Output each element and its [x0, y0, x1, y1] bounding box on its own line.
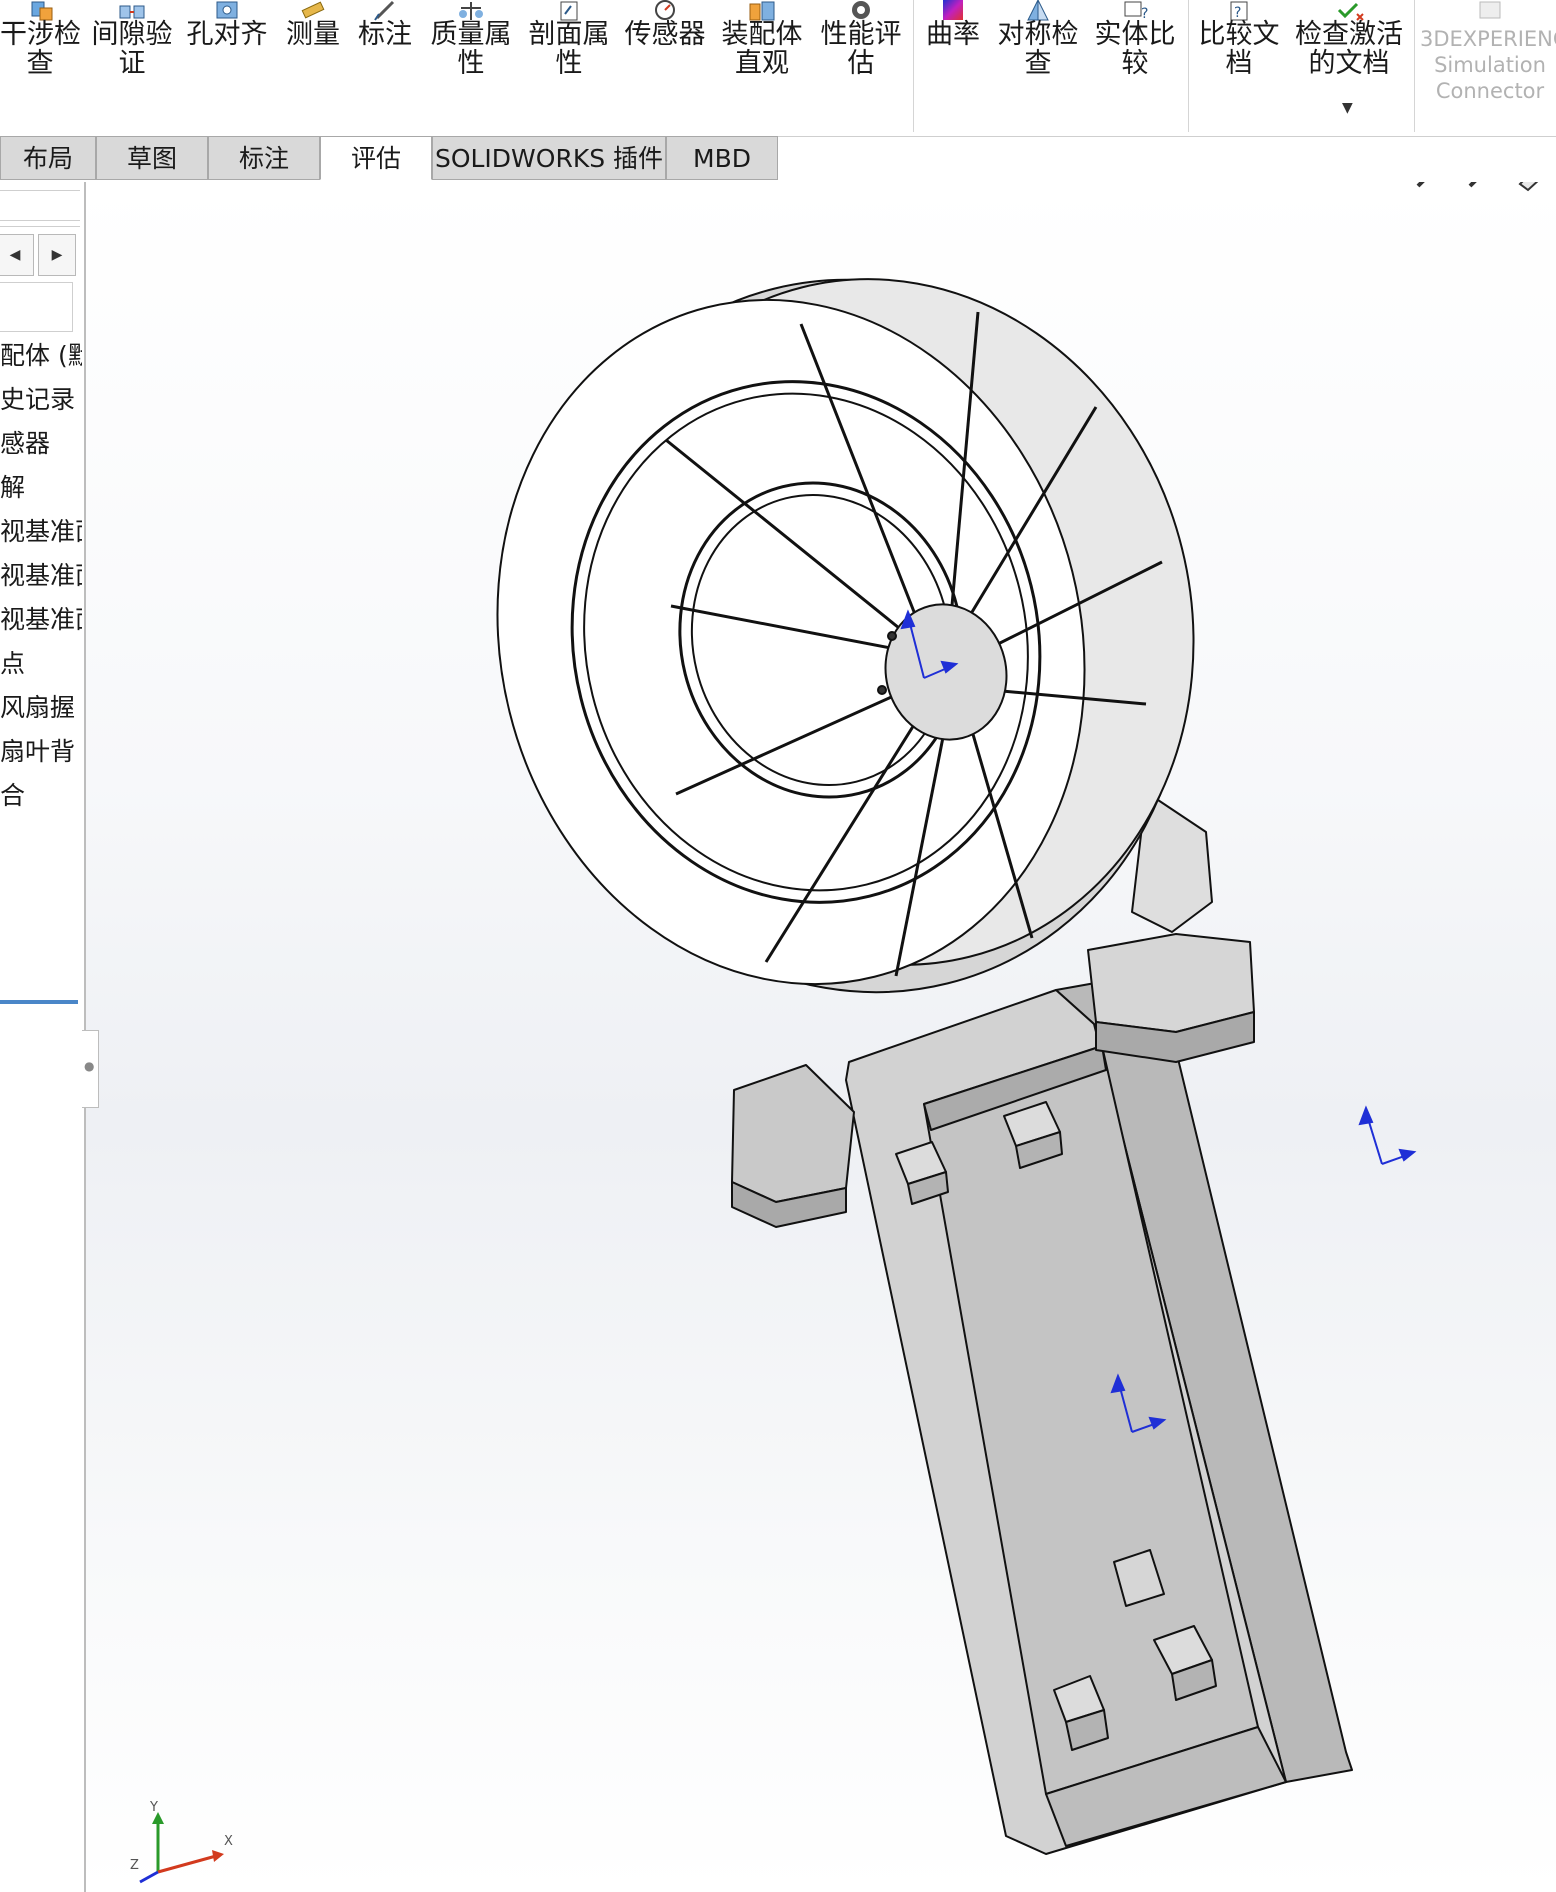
- feature-manager-panel: ◀ ▶ 配体 (默 史记录 感器 解 视基准面 视基准面 视基准面 点 风扇握 …: [0, 182, 86, 1892]
- divider: [0, 226, 80, 227]
- nav-prev-button[interactable]: ◀: [0, 234, 34, 276]
- measure-button[interactable]: 测量: [280, 0, 346, 132]
- hub-hole-1: [887, 631, 897, 641]
- clamp-block-left: [731, 1064, 855, 1203]
- compare-documents-button[interactable]: ? 比较文 档: [1194, 0, 1284, 132]
- body-compare-button[interactable]: ? 实体比 较: [1090, 0, 1180, 132]
- tab-solidworks-addins[interactable]: SOLIDWORKS 插件: [432, 136, 666, 180]
- tree-item-mates[interactable]: 合: [0, 780, 82, 812]
- hole-alignment-button[interactable]: 孔对齐: [186, 0, 268, 132]
- sensor-button[interactable]: 传感器: [622, 0, 708, 132]
- tree-item-plane-3[interactable]: 视基准面: [0, 604, 82, 636]
- tree-item-annotations[interactable]: 解: [0, 472, 82, 504]
- tab-mbd[interactable]: MBD: [666, 136, 778, 180]
- clearance-verification-button[interactable]: 间隙验 证: [88, 0, 176, 132]
- simulation-connector-icon: [1474, 0, 1506, 22]
- tree-item-sensors[interactable]: 感器: [0, 428, 82, 460]
- triad-y-label: Y: [150, 1800, 158, 1815]
- ribbon-separator: [1414, 0, 1415, 132]
- interference-check-button[interactable]: 干涉检 查: [0, 0, 81, 132]
- mass-properties-button[interactable]: 质量属 性: [428, 0, 514, 132]
- tree-scroll-indicator: [0, 1000, 78, 1004]
- curvature-button[interactable]: 曲率: [918, 0, 988, 132]
- divider: [0, 190, 80, 191]
- divider: [0, 220, 80, 221]
- assembly-visualization-button[interactable]: 装配体 直观: [718, 0, 806, 132]
- tree-item-plane-2[interactable]: 视基准面: [0, 560, 82, 592]
- clamp-block-right: [1087, 933, 1255, 1033]
- tree-item-fan-grip[interactable]: 风扇握: [0, 692, 82, 724]
- section-properties-button[interactable]: 剖面属 性: [526, 0, 612, 132]
- triad-x-label: X: [224, 1834, 233, 1849]
- command-manager-ribbon: 干涉检 查 间隙验 证 孔对齐 测量 标注 质量属 性 剖面属 性 传感器 装配…: [0, 0, 1556, 137]
- coordinate-marker-clip: [1358, 1105, 1417, 1165]
- fan-assembly-model[interactable]: [86, 182, 1556, 1892]
- simulation-connector-button: 3DEXPERIENCE Simulation Connector: [1420, 0, 1556, 132]
- tab-annotation[interactable]: 标注: [208, 136, 320, 180]
- tree-item-fan-back[interactable]: 扇叶背: [0, 736, 82, 768]
- chevron-down-icon[interactable]: ▼: [1342, 100, 1353, 116]
- annotation-button[interactable]: 标注: [352, 0, 418, 132]
- nav-next-button[interactable]: ▶: [38, 234, 76, 276]
- panel-collapse-handle[interactable]: ●: [82, 1030, 99, 1108]
- tree-item-origin[interactable]: 点: [0, 648, 82, 680]
- tree-item-history[interactable]: 史记录: [0, 384, 82, 416]
- ribbon-separator: [1188, 0, 1189, 132]
- tree-item-plane-1[interactable]: 视基准面: [0, 516, 82, 548]
- graphics-viewport[interactable]: Y X Z: [86, 182, 1556, 1892]
- tab-evaluate[interactable]: 评估: [320, 136, 432, 180]
- triad-z-label: Z: [130, 1858, 139, 1873]
- grip-dot-icon: ●: [84, 1059, 95, 1073]
- filter-box[interactable]: [0, 282, 73, 332]
- ribbon-separator: [913, 0, 914, 132]
- performance-evaluation-button[interactable]: 性能评 估: [816, 0, 906, 132]
- command-manager-tabs: 布局 草图 标注 评估 SOLIDWORKS 插件 MBD: [0, 136, 800, 182]
- tree-item-assembly[interactable]: 配体 (默: [0, 340, 82, 372]
- tab-layout[interactable]: 布局: [0, 136, 96, 180]
- hub-hole-2: [877, 685, 887, 695]
- check-active-document-button[interactable]: 检查激活 的文档 ▼: [1292, 0, 1406, 132]
- symmetry-check-button[interactable]: 对称检 查: [994, 0, 1082, 132]
- view-triad-icon: [139, 1812, 224, 1884]
- tab-sketch[interactable]: 草图: [96, 136, 208, 180]
